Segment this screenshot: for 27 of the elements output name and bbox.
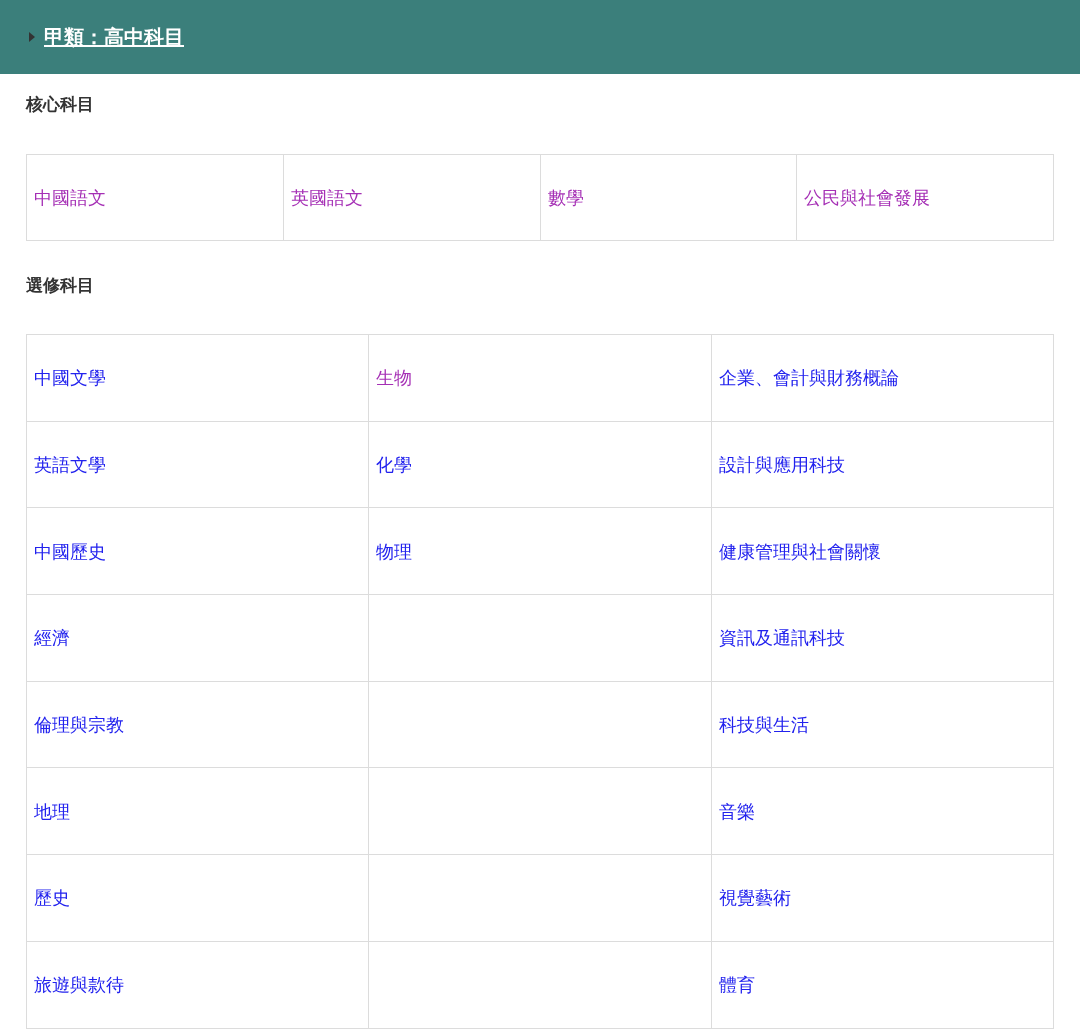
caret-icon[interactable] bbox=[28, 32, 36, 42]
subject-link[interactable]: 數學 bbox=[547, 183, 584, 211]
section-heading: 選修科目 bbox=[26, 273, 94, 297]
subject-link[interactable]: 中國文學 bbox=[34, 364, 106, 392]
subject-link[interactable]: 歷史 bbox=[34, 884, 70, 912]
section-title-link[interactable]: 甲類：高中科目 bbox=[44, 22, 184, 52]
section-heading: 核心科目 bbox=[26, 93, 94, 116]
subject-link[interactable]: 科技與生活 bbox=[718, 711, 809, 739]
subject-link[interactable]: 旅遊與款待 bbox=[34, 971, 124, 999]
subject-link[interactable]: 生物 bbox=[376, 364, 413, 392]
subject-link[interactable]: 企業、會計與財務概論 bbox=[718, 364, 899, 392]
subject-link[interactable]: 經濟 bbox=[34, 624, 70, 652]
subject-link[interactable]: 地理 bbox=[34, 797, 70, 825]
subject-link[interactable]: 倫理與宗教 bbox=[34, 711, 124, 739]
subject-link[interactable]: 中國語文 bbox=[34, 183, 106, 211]
subject-link[interactable]: 音樂 bbox=[718, 797, 755, 825]
subject-link[interactable]: 英語文學 bbox=[34, 451, 106, 479]
subject-link[interactable]: 化學 bbox=[376, 451, 413, 479]
subject-link[interactable]: 英國語文 bbox=[290, 183, 363, 211]
subject-link[interactable]: 視覺藝術 bbox=[718, 884, 791, 912]
subject-link[interactable]: 設計與應用科技 bbox=[718, 451, 845, 479]
subject-link[interactable]: 公民與社會發展 bbox=[804, 183, 931, 211]
subject-link[interactable]: 中國歷史 bbox=[34, 537, 106, 565]
subject-link[interactable]: 健康管理與社會關懷 bbox=[718, 537, 881, 565]
subject-link[interactable]: 資訊及通訊科技 bbox=[718, 624, 845, 652]
subject-link[interactable]: 體育 bbox=[718, 971, 755, 999]
subject-link[interactable]: 物理 bbox=[376, 537, 413, 565]
